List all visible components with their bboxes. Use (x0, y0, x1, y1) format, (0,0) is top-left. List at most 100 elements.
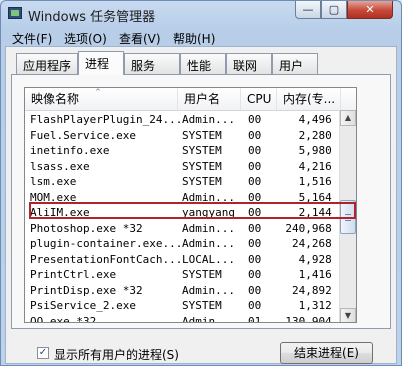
process-cpu-cell: 00 (248, 299, 262, 312)
process-name-cell: lsm.exe (30, 175, 77, 188)
process-cpu-cell: 00 (248, 175, 262, 188)
process-user-cell: Admin... (182, 113, 235, 126)
process-cpu-cell: 00 (248, 221, 262, 235)
process-user-cell: SYSTEM (182, 128, 222, 142)
process-name-cell: PrintDisp.exe *32 (30, 283, 143, 297)
process-memory-cell: 4,496 K (298, 113, 345, 126)
process-name-cell: plugin-container.exe... (30, 237, 182, 250)
process-memory-cell: 1,516 K (298, 175, 345, 188)
process-cpu-cell: 00 (248, 190, 262, 204)
process-memory-cell: 2,144 K (298, 206, 345, 219)
process-user-cell: SYSTEM (182, 299, 222, 312)
process-list-header: 映像名称 ^ 用户名 CPU 内存(专... (25, 88, 356, 111)
close-button[interactable]: ✕ (347, 1, 393, 19)
process-row[interactable]: PsiService_2.exe SYSTEM 00 1,312 K (25, 298, 350, 314)
tab-processes[interactable]: 进程 (78, 51, 124, 75)
process-memory-cell: 24,892 K (292, 283, 345, 297)
menu-file[interactable]: 文件(F) (12, 30, 52, 47)
process-cpu-cell: 00 (248, 144, 262, 157)
process-row[interactable]: PresentationFontCach... LOCAL... 00 4,928 K (25, 252, 350, 268)
scroll-up-icon[interactable]: ▲ (340, 110, 356, 126)
process-name-cell: FlashPlayerPlugin_24... (30, 113, 182, 126)
process-name-cell: PrintCtrl.exe (30, 268, 117, 281)
process-memory-cell: 24,268 K (292, 237, 345, 250)
process-user-cell: Admin... (182, 221, 235, 235)
process-memory-cell: 5,164 K (298, 190, 345, 204)
process-user-cell: SYSTEM (182, 268, 222, 281)
tab-performance[interactable]: 性能 (180, 53, 226, 74)
maximize-button[interactable]: ▢ (321, 1, 347, 19)
process-cpu-cell: 00 (248, 206, 262, 219)
process-name-cell: PsiService_2.exe (30, 299, 136, 312)
process-memory-cell: 1,312 K (298, 299, 345, 312)
process-user-cell: Admin... (182, 283, 235, 297)
tab-applications[interactable]: 应用程序 (16, 53, 78, 74)
process-user-cell: Admin... (182, 190, 235, 204)
process-row[interactable]: plugin-container.exe... Admin... 00 24,268 … (25, 236, 350, 252)
column-image-name-label: 映像名称 (31, 92, 80, 106)
process-name-cell: Photoshop.exe *32 (30, 221, 143, 235)
process-memory-cell: 4,928 K (298, 252, 345, 266)
column-memory[interactable]: 内存(专... (277, 88, 341, 110)
process-row[interactable]: PrintCtrl.exe SYSTEM 00 1,416 K (25, 267, 350, 283)
scroll-down-icon[interactable]: ▼ (340, 308, 356, 322)
menu-options[interactable]: 选项(O) (64, 30, 107, 47)
grip-line-icon (345, 214, 351, 215)
process-name-cell: lsass.exe (30, 159, 90, 173)
process-user-cell: SYSTEM (182, 144, 222, 157)
process-name-cell: MOM.exe (30, 190, 77, 204)
show-all-users-checkbox[interactable]: ✓ (37, 347, 49, 359)
tab-users[interactable]: 用户 (272, 53, 318, 74)
column-cpu[interactable]: CPU (241, 88, 277, 110)
menu-help[interactable]: 帮助(H) (173, 30, 215, 47)
vertical-scrollbar[interactable]: ▲ ▼ (339, 110, 356, 322)
process-row[interactable]: Photoshop.exe *32 Admin... 00 240,968 K (25, 221, 350, 237)
task-manager-icon (8, 7, 22, 19)
show-all-users-label: 显示所有用户的进程(S) (54, 348, 179, 362)
process-name-cell: QQ.exe *32 (30, 314, 97, 323)
process-cpu-cell: 00 (248, 252, 262, 266)
tab-services[interactable]: 服务 (124, 53, 180, 74)
process-row[interactable]: MOM.exe Admin... 00 5,164 K (25, 190, 350, 206)
process-cpu-cell: 00 (248, 237, 262, 250)
process-user-cell: Admin... (182, 314, 235, 323)
grip-line-icon (345, 220, 351, 221)
process-cpu-cell: 00 (248, 159, 262, 173)
process-name-cell: Fuel.Service.exe (30, 128, 136, 142)
process-user-cell: SYSTEM (182, 159, 222, 173)
process-row[interactable]: lsm.exe SYSTEM 00 1,516 K (25, 174, 350, 190)
column-user-name[interactable]: 用户名 (178, 88, 241, 110)
process-row[interactable]: inetinfo.exe SYSTEM 00 5,980 K (25, 143, 350, 159)
process-cpu-cell: 00 (248, 268, 262, 281)
process-cpu-cell: 00 (248, 283, 262, 297)
process-name-cell: inetinfo.exe (30, 144, 110, 157)
process-name-cell: PresentationFontCach... (30, 252, 182, 266)
process-memory-cell: 2,280 K (298, 128, 345, 142)
menu-view[interactable]: 查看(V) (119, 30, 161, 47)
process-cpu-cell: 01 (248, 314, 262, 323)
scroll-thumb[interactable] (340, 200, 356, 234)
sort-ascending-icon: ^ (95, 88, 101, 96)
process-cpu-cell: 00 (248, 113, 262, 126)
window-title: Windows 任务管理器 (28, 10, 156, 25)
process-row[interactable]: QQ.exe *32 Admin... 01 130,904 K (25, 314, 350, 323)
tab-networking[interactable]: 联网 (226, 53, 272, 74)
process-row[interactable]: Fuel.Service.exe SYSTEM 00 2,280 K (25, 128, 350, 144)
process-row[interactable]: PrintDisp.exe *32 Admin... 00 24,892 K (25, 283, 350, 299)
title-bar[interactable]: Windows 任务管理器 — ▢ ✕ (1, 1, 401, 27)
end-process-button[interactable]: 结束进程(E) (280, 342, 373, 364)
column-image-name[interactable]: 映像名称 ^ (25, 88, 178, 110)
minimize-button[interactable]: — (295, 1, 321, 19)
process-row[interactable]: FlashPlayerPlugin_24... Admin... 00 4,496 K (25, 112, 350, 128)
process-user-cell: SYSTEM (182, 175, 222, 188)
process-user-cell: LOCAL... (182, 252, 235, 266)
process-row[interactable]: AliIM.exe yangyang 00 2,144 K (25, 205, 350, 221)
process-memory-cell: 1,416 K (298, 268, 345, 281)
process-memory-cell: 130,904 K (285, 314, 345, 323)
process-cpu-cell: 00 (248, 128, 262, 142)
task-manager-window: Windows 任务管理器 — ▢ ✕ 文件(F) 选项(O) 查看(V) 帮助… (0, 0, 402, 366)
process-memory-cell: 4,216 K (298, 159, 345, 173)
process-row[interactable]: lsass.exe SYSTEM 00 4,216 K (25, 159, 350, 175)
process-list[interactable]: 映像名称 ^ 用户名 CPU 内存(专... FlashPlayerPlugin… (24, 87, 357, 323)
menu-bar: 文件(F) 选项(O) 查看(V) 帮助(H) (4, 28, 398, 47)
